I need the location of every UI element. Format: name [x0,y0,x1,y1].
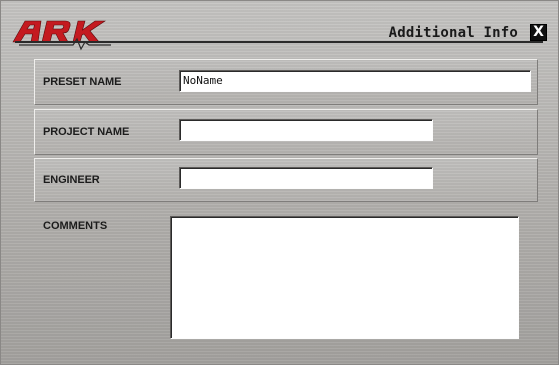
close-button[interactable]: X [530,24,547,41]
ark-logo [12,20,111,51]
project-name-input[interactable] [179,119,433,141]
comments-label: COMMENTS [43,220,108,232]
project-name-row: PROJECT NAME [34,109,538,155]
engineer-label: ENGINEER [43,174,100,186]
preset-name-label: PRESET NAME [43,76,122,88]
dialog-title: Additional Info [388,25,518,41]
additional-info-dialog: Additional Info X PRESET NAME NoName PRO… [0,0,559,365]
engineer-input[interactable] [179,167,433,189]
engineer-row: ENGINEER [34,158,538,202]
comments-textarea[interactable] [170,216,519,339]
preset-name-row: PRESET NAME NoName [34,59,538,105]
preset-name-input[interactable]: NoName [179,70,531,92]
project-name-label: PROJECT NAME [43,126,130,138]
header-divider [15,41,543,43]
